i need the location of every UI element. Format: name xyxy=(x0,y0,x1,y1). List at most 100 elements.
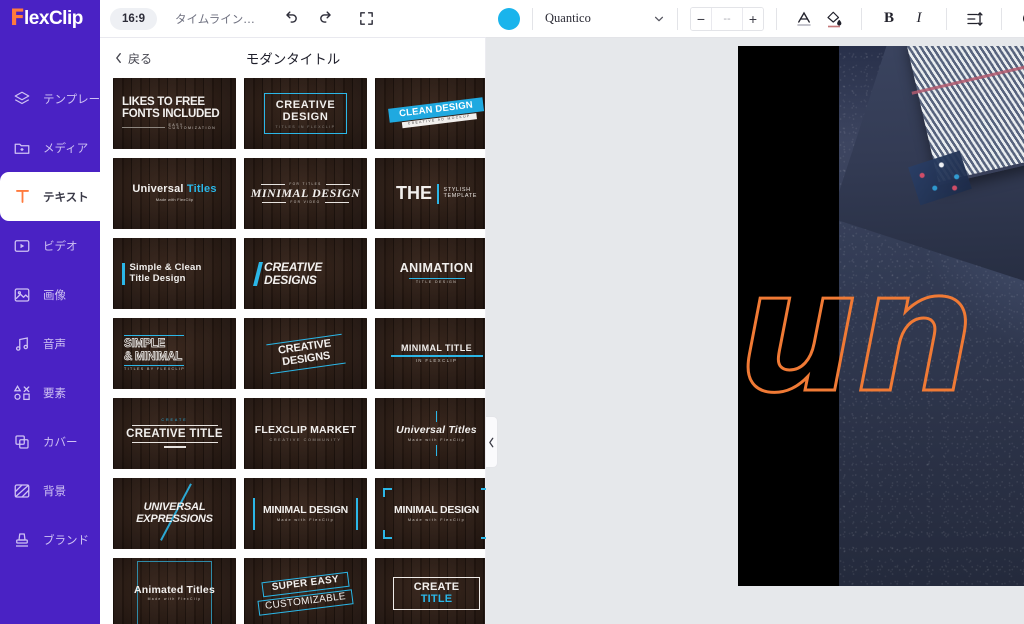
template-title: MINIMAL DESIGN xyxy=(393,503,480,516)
template-card[interactable]: Animated Titles Made with FlexClip xyxy=(113,558,236,624)
font-family-select[interactable]: Quantico xyxy=(545,11,665,26)
sidebar-item-label: 要素 xyxy=(43,385,66,400)
opacity-circle-icon[interactable] xyxy=(1014,5,1024,33)
text-color-swatch[interactable] xyxy=(498,7,520,30)
template-subtitle: Made with FlexClip xyxy=(407,518,466,523)
template-card[interactable]: MINIMAL DESIGN Made with FlexClip xyxy=(375,478,486,549)
template-card[interactable]: CREATIVE DESIGNS xyxy=(244,238,367,309)
template-subtitle: FOR VIDEO xyxy=(290,199,321,204)
sidebar-item-templates[interactable]: テンプレート xyxy=(0,74,100,123)
toolbar-divider xyxy=(1001,7,1002,30)
left-sidebar: FlexClip テンプレート メディア テキスト xyxy=(0,0,100,624)
toolbar-divider xyxy=(776,7,777,30)
music-note-icon xyxy=(12,334,32,354)
sidebar-item-cover[interactable]: カバー xyxy=(0,417,100,466)
text-format-toolbar: Quantico − -- + B I xyxy=(486,0,1024,38)
template-title: SIMPLE & MINIMAL xyxy=(124,338,183,363)
undo-arrow-icon[interactable] xyxy=(277,5,305,33)
sidebar-item-label: ブランド xyxy=(43,532,89,547)
cover-copy-icon xyxy=(12,432,32,452)
template-card[interactable]: THE STYLISH TEMPLATE xyxy=(375,158,486,229)
sidebar-item-text[interactable]: テキスト xyxy=(0,172,100,221)
template-card[interactable]: CREATE CREATIVE TITLE xyxy=(113,398,236,469)
template-card[interactable]: LIKES TO FREE FONTS INCLUDED EASY CUSTOM… xyxy=(113,78,236,149)
fill-bucket-icon[interactable] xyxy=(819,5,849,33)
template-card[interactable]: SUPER EASY CUSTOMIZABLE xyxy=(244,558,367,624)
panel-title: モダンタイトル xyxy=(245,52,341,68)
template-title: Universal Titles xyxy=(132,183,217,196)
video-canvas[interactable]: un ツブヤク。 xyxy=(738,46,1024,586)
template-title: Animated Titles xyxy=(134,584,215,596)
toolbar-divider xyxy=(861,7,862,30)
video-play-icon xyxy=(12,236,32,256)
panel-collapse-handle[interactable] xyxy=(486,416,498,468)
font-size-stepper[interactable]: − -- + xyxy=(690,6,764,31)
template-card[interactable]: SIMPLE & MINIMAL TITLES BY FLEXCLIP xyxy=(113,318,236,389)
fullscreen-icon[interactable] xyxy=(353,5,381,33)
chevron-down-icon xyxy=(654,16,664,21)
aspect-ratio-button[interactable]: 16:9 xyxy=(110,7,158,30)
template-card[interactable]: CREATIVE DESIGNS xyxy=(244,318,367,389)
bold-button[interactable]: B xyxy=(874,5,904,33)
template-title: CREATIVE TITLE xyxy=(126,427,223,440)
template-title: Universal Titles xyxy=(396,423,477,436)
template-card[interactable]: CLEAN DESIGN CREATIVE AD MOCKUP xyxy=(375,78,486,149)
template-card[interactable]: Universal Titles Made with FlexClip xyxy=(375,398,486,469)
back-button[interactable]: 戻る xyxy=(114,50,152,67)
canvas-stage[interactable]: un ツブヤク。 xyxy=(486,38,1024,624)
line-spacing-icon[interactable] xyxy=(959,5,989,33)
template-card[interactable]: MINIMAL DESIGN Made with FlexClip xyxy=(244,478,367,549)
template-title: LIKES TO FREE FONTS INCLUDED xyxy=(122,95,220,121)
image-icon xyxy=(12,285,32,305)
font-color-A-icon[interactable] xyxy=(789,5,819,33)
template-card[interactable]: MINIMAL TITLE IN FLEXCLIP xyxy=(375,318,486,389)
template-card[interactable]: CREATIVE DESIGN TITLES IN FLEXCLIP xyxy=(244,78,367,149)
template-subtitle: EASY CUSTOMIZATION xyxy=(168,122,217,131)
panel-header: 戻る モダンタイトル xyxy=(100,38,486,78)
app-logo: FlexClip xyxy=(0,0,100,38)
font-size-input[interactable]: -- xyxy=(711,7,743,30)
template-title: CREATE TITLE xyxy=(413,580,460,605)
template-title: MINIMAL TITLE xyxy=(400,342,473,353)
template-grid[interactable]: LIKES TO FREE FONTS INCLUDED EASY CUSTOM… xyxy=(100,78,486,624)
template-title: MINIMAL DESIGN xyxy=(262,503,349,516)
sidebar-item-label: 背景 xyxy=(43,483,66,498)
template-title: UNIVERSAL EXPRESSIONS xyxy=(136,500,213,525)
template-title: ANIMATION xyxy=(399,260,474,275)
font-size-decrease-button[interactable]: − xyxy=(691,7,711,30)
top-toolbar: 16:9 タイムライン… xyxy=(100,0,486,38)
italic-button[interactable]: I xyxy=(904,5,934,33)
sidebar-item-image[interactable]: 画像 xyxy=(0,270,100,319)
template-subtitle: IN FLEXCLIP xyxy=(415,357,458,363)
sidebar-item-audio[interactable]: 音声 xyxy=(0,319,100,368)
canvas-text-object[interactable]: un xyxy=(738,247,977,418)
template-card[interactable]: FOR TITLES MINIMAL DESIGN FOR VIDEO xyxy=(244,158,367,229)
template-card[interactable]: UNIVERSAL EXPRESSIONS xyxy=(113,478,236,549)
background-icon xyxy=(12,481,32,501)
logo-text: lexClip xyxy=(24,8,83,29)
template-title: MINIMAL DESIGN xyxy=(250,186,361,201)
template-subtitle: TITLE DESIGN xyxy=(415,280,458,285)
redo-arrow-icon[interactable] xyxy=(313,5,341,33)
template-card[interactable]: Universal Titles Made with FlexClip xyxy=(113,158,236,229)
sidebar-item-video[interactable]: ビデオ xyxy=(0,221,100,270)
template-card[interactable]: Simple & Clean Title Design xyxy=(113,238,236,309)
sidebar-item-brand[interactable]: ブランド xyxy=(0,515,100,564)
text-t-icon xyxy=(12,187,32,207)
sidebar-item-label: メディア xyxy=(43,140,89,155)
template-title: FLEXCLIP MARKET xyxy=(254,423,357,436)
sidebar-item-elements[interactable]: 要素 xyxy=(0,368,100,417)
template-subtitle: CREATIVE COMMUNITY xyxy=(269,438,342,443)
sidebar-item-background[interactable]: 背景 xyxy=(0,466,100,515)
template-card[interactable]: CREATE TITLE xyxy=(375,558,486,624)
sidebar-item-label: テンプレート xyxy=(43,91,100,106)
template-card[interactable]: FLEXCLIP MARKET CREATIVE COMMUNITY xyxy=(244,398,367,469)
template-subtitle: STYLISH TEMPLATE xyxy=(443,186,477,199)
timeline-button[interactable]: タイムライン… xyxy=(175,11,255,27)
layers-icon xyxy=(12,89,32,109)
template-title: Simple & Clean Title Design xyxy=(129,262,202,284)
sidebar-item-media[interactable]: メディア xyxy=(0,123,100,172)
media-folder-icon xyxy=(12,138,32,158)
font-size-increase-button[interactable]: + xyxy=(743,7,763,30)
template-card[interactable]: ANIMATION TITLE DESIGN xyxy=(375,238,486,309)
